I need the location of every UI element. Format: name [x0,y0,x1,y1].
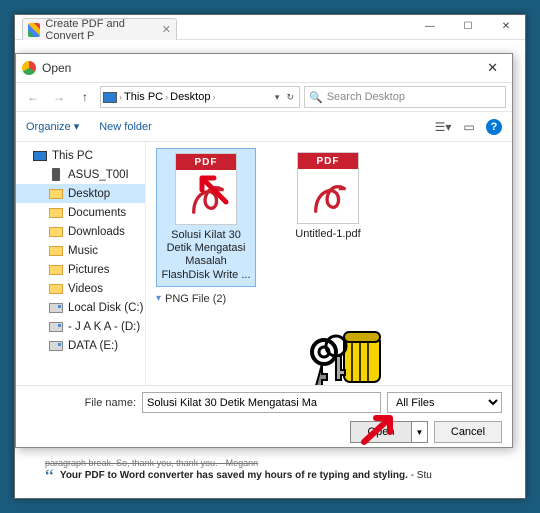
breadcrumb[interactable]: › This PC › Desktop › ▾↻ [100,86,300,108]
tree-item[interactable]: Music [16,241,145,260]
tree-label: Downloads [68,226,125,238]
open-button[interactable]: Open [350,421,412,443]
file-list: PDF Solusi Kilat 30 Detik Mengatasi Masal… [146,142,512,385]
search-input[interactable]: 🔍 Search Desktop [304,86,506,108]
quote-text: Your PDF to Word converter has saved my … [60,470,432,484]
tree-item[interactable]: ASUS_T00I [16,165,145,184]
keys-thumbnail[interactable] [296,330,396,385]
open-button-group: Open ▼ [350,421,428,443]
open-dropdown-button[interactable]: ▼ [412,421,428,443]
file-label: Solusi Kilat 30 Detik Mengatasi Masalah … [161,229,251,282]
breadcrumb-sep-icon: › [165,92,168,102]
dialog-bottom-bar: File name: All Files Open ▼ Cancel [16,385,512,447]
filename-input[interactable] [142,392,381,413]
window-close-button[interactable]: ✕ [487,15,525,37]
tree-label: ASUS_T00I [68,169,129,181]
browser-tab[interactable]: Create PDF and Convert P ✕ [22,18,177,40]
folder-icon [49,284,63,294]
chevron-down-icon: ▾ [156,293,161,304]
tree-label: Local Disk (C:) [68,302,143,314]
breadcrumb-root[interactable]: This PC [124,91,163,103]
dialog-toolbar: Organize ▾ New folder ☰▾ ▭ ? [16,112,512,142]
breadcrumb-dropdown-icon[interactable]: ▾ [272,92,283,103]
file-filter-select[interactable]: All Files [387,392,502,413]
tree-root-this-pc[interactable]: This PC [16,146,145,165]
search-placeholder: Search Desktop [327,91,405,103]
dialog-titlebar: Open ✕ [16,54,512,82]
organize-button[interactable]: Organize ▾ [26,120,79,133]
tree-item[interactable]: Videos [16,279,145,298]
tree-label: - J A K A - (D:) [68,321,140,333]
page-line-struck: paragraph break. So, thank you, thank yo… [45,458,495,468]
folder-icon [49,208,63,218]
file-item[interactable]: PDF Untitled-1.pdf [278,148,378,287]
file-label: Untitled-1.pdf [295,228,360,241]
pdf-badge: PDF [298,153,358,169]
nav-up-button[interactable]: ↑ [74,86,96,108]
folder-tree: This PC ASUS_T00I Desktop Documents Downloa… [16,142,146,385]
tree-label: Pictures [68,264,110,276]
chrome-icon [22,61,36,75]
filename-label: File name: [26,397,136,409]
tree-item[interactable]: Desktop [16,184,145,203]
folder-icon [49,246,63,256]
page-content: paragraph break. So, thank you, thank yo… [45,458,495,484]
pdf-thumbnail: PDF [175,153,237,225]
preview-pane-button[interactable]: ▭ [460,118,478,136]
tree-item[interactable]: Downloads [16,222,145,241]
dialog-title: Open [42,61,71,75]
tree-item[interactable]: - J A K A - (D:) [16,317,145,336]
tree-label: Videos [68,283,103,295]
nav-back-button[interactable]: ← [22,86,44,108]
tree-item[interactable]: Documents [16,203,145,222]
tab-title: Create PDF and Convert P [45,18,161,42]
file-group-header[interactable]: ▾ PNG File (2) [156,293,502,305]
window-maximize-button[interactable]: ☐ [449,15,487,37]
breadcrumb-refresh-icon[interactable]: ↻ [283,92,297,103]
breadcrumb-folder[interactable]: Desktop [170,91,210,103]
open-dialog: Open ✕ ← → ↑ › This PC › Desktop › ▾↻ 🔍 [15,53,513,448]
tree-label: Documents [68,207,126,219]
drive-icon [49,322,63,332]
cancel-button[interactable]: Cancel [434,421,502,443]
tree-item[interactable]: Pictures [16,260,145,279]
adobe-logo-icon [188,176,226,218]
tab-favicon-icon [28,23,40,37]
tab-close-icon[interactable]: ✕ [162,23,171,36]
tree-label: This PC [52,150,93,162]
nav-forward-button: → [48,86,70,108]
file-item[interactable]: PDF Solusi Kilat 30 Detik Mengatasi Masal… [156,148,256,287]
folder-icon [49,227,63,237]
adobe-logo-icon [310,175,348,217]
tree-label: Music [68,245,98,257]
browser-titlebar: Create PDF and Convert P ✕ — ☐ ✕ [15,15,525,40]
breadcrumb-sep-icon: › [212,92,215,102]
window-minimize-button[interactable]: — [411,15,449,37]
drive-icon [49,341,63,351]
drive-icon [49,303,63,313]
pc-icon [103,92,117,103]
pdf-badge: PDF [176,154,236,170]
help-icon[interactable]: ? [486,119,502,135]
folder-icon [49,189,63,199]
breadcrumb-sep-icon: › [119,92,122,102]
dialog-close-button[interactable]: ✕ [479,58,506,78]
folder-icon [49,265,63,275]
tree-item[interactable]: DATA (E:) [16,336,145,355]
tree-label: Desktop [68,188,110,200]
phone-icon [52,168,60,181]
quote-mark-icon: “ [45,470,54,484]
dialog-nav-bar: ← → ↑ › This PC › Desktop › ▾↻ 🔍 Search … [16,82,512,112]
tree-label: DATA (E:) [68,340,118,352]
pdf-thumbnail: PDF [297,152,359,224]
pc-icon [33,151,47,161]
new-folder-button[interactable]: New folder [99,121,152,133]
tree-item[interactable]: Local Disk (C:) [16,298,145,317]
view-mode-button[interactable]: ☰▾ [434,118,452,136]
group-label: PNG File (2) [165,293,226,305]
search-icon: 🔍 [309,91,323,104]
